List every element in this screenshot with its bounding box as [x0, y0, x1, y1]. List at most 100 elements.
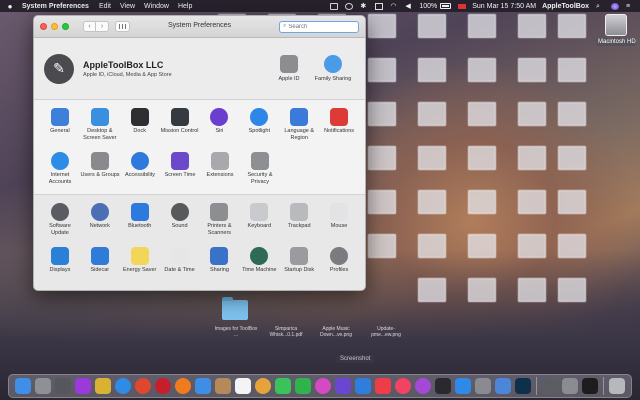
pane-notifications[interactable]: Notifications	[319, 104, 359, 148]
opera-icon[interactable]	[155, 378, 171, 394]
desktop-file[interactable]	[362, 58, 402, 104]
battery-icon[interactable]	[440, 3, 452, 9]
desktop-file[interactable]	[512, 234, 552, 280]
pane-mouse[interactable]: Mouse	[319, 199, 359, 243]
desktop-file[interactable]	[412, 146, 452, 192]
battery-percent[interactable]: 100%	[419, 3, 437, 10]
pane-sharing[interactable]: Sharing	[200, 243, 240, 287]
bluetooth-status-icon[interactable]: ✱	[360, 3, 368, 10]
desktop-file[interactable]	[462, 146, 502, 192]
pane-bluetooth[interactable]: Bluetooth	[120, 199, 160, 243]
pane-speaker[interactable]: Sound	[160, 199, 200, 243]
desktop-file[interactable]	[412, 278, 452, 324]
pane-time-machine[interactable]: Time Machine	[239, 243, 279, 287]
pane-gear-update[interactable]: Software Update	[40, 199, 80, 243]
contacts-icon[interactable]	[215, 378, 231, 394]
pane-printer[interactable]: Printers & Scanners	[200, 199, 240, 243]
desktop-file[interactable]	[462, 190, 502, 236]
desktop-file[interactable]	[362, 190, 402, 236]
desktop-file[interactable]	[462, 234, 502, 280]
flag-icon[interactable]	[458, 3, 467, 9]
podcasts-icon[interactable]	[415, 378, 431, 394]
menu-user[interactable]: AppleToolBox	[542, 3, 589, 10]
pane-disk[interactable]: Startup Disk	[279, 243, 319, 287]
search-field[interactable]: ⌕	[279, 20, 359, 33]
finder-icon[interactable]	[15, 378, 31, 394]
close-button[interactable]	[40, 23, 47, 30]
preview-icon[interactable]	[495, 378, 511, 394]
dropbox-icon[interactable]	[330, 2, 339, 10]
desktop-file[interactable]	[412, 190, 452, 236]
chrome-icon[interactable]	[135, 378, 151, 394]
desktop-file[interactable]	[552, 278, 592, 324]
desktop-file[interactable]	[552, 146, 592, 192]
pane-keyboard[interactable]: Keyboard	[239, 199, 279, 243]
mail-icon[interactable]	[195, 378, 211, 394]
desktop-file[interactable]	[512, 190, 552, 236]
pane-dock[interactable]: Dock	[120, 104, 160, 148]
desktop-file[interactable]	[462, 58, 502, 104]
launchpad-icon[interactable]	[35, 378, 51, 394]
photos-icon[interactable]	[255, 378, 271, 394]
trash-icon[interactable]	[609, 378, 625, 394]
apple-id-pane[interactable]: Apple ID	[267, 55, 311, 82]
desktop-file[interactable]	[552, 234, 592, 280]
back-button[interactable]: ‹	[83, 21, 96, 32]
desktop-file[interactable]	[512, 58, 552, 104]
menu-app-name[interactable]: System Preferences	[22, 3, 89, 10]
macintosh-hd[interactable]: Macintosh HD	[596, 14, 636, 46]
pane-house-lock[interactable]: Security & Privacy	[240, 148, 280, 192]
photoshop-icon[interactable]	[515, 378, 531, 394]
keynote-icon[interactable]	[355, 378, 371, 394]
desktop-file[interactable]	[412, 14, 452, 60]
airplay-icon[interactable]	[375, 2, 384, 10]
messages-icon[interactable]	[275, 378, 291, 394]
photo-icon[interactable]	[95, 378, 111, 394]
menu-window[interactable]: Window	[144, 3, 169, 10]
desktop-file[interactable]	[462, 102, 502, 148]
desktop-file[interactable]	[512, 146, 552, 192]
desktop-file[interactable]	[552, 14, 592, 60]
desktop-file[interactable]	[552, 102, 592, 148]
pane-hourglass[interactable]: Screen Time	[160, 148, 200, 192]
control-list-icon[interactable]: ≡	[626, 3, 634, 10]
zoom-button[interactable]	[62, 23, 69, 30]
menu-datetime[interactable]: Sun Mar 15 7:50 AM	[472, 3, 536, 10]
desktop-file[interactable]	[362, 102, 402, 148]
desktop-file[interactable]	[512, 102, 552, 148]
pane-users[interactable]: Users & Groups	[80, 148, 120, 192]
title-bar[interactable]: ‹ › System Preferences ⌕	[34, 16, 365, 38]
menu-help[interactable]: Help	[178, 3, 192, 10]
desktop-file[interactable]	[462, 14, 502, 60]
volume-icon[interactable]: ◀	[405, 3, 413, 10]
spotlight-search-icon[interactable]: ⌕	[596, 3, 604, 10]
desktop-file[interactable]	[362, 146, 402, 192]
facetime-icon[interactable]	[295, 378, 311, 394]
family-sharing-pane[interactable]: Family Sharing	[311, 55, 355, 82]
pane-spotlight[interactable]: Spotlight	[239, 104, 279, 148]
utility-icon[interactable]	[542, 378, 558, 394]
pane-at[interactable]: Internet Accounts	[40, 148, 80, 192]
pane-puzzle[interactable]: Extensions	[200, 148, 240, 192]
pane-accessibility[interactable]: Accessibility	[120, 148, 160, 192]
pane-siri[interactable]: Siri	[200, 104, 240, 148]
imovie-icon[interactable]	[335, 378, 351, 394]
forward-button[interactable]: ›	[96, 21, 109, 32]
pane-sidecar[interactable]: Sidecar	[80, 243, 120, 287]
history-icon[interactable]	[345, 2, 354, 10]
pane-mission-control[interactable]: Mission Control	[160, 104, 200, 148]
minimize-button[interactable]	[51, 23, 58, 30]
music-icon[interactable]	[395, 378, 411, 394]
desktop-file[interactable]	[412, 234, 452, 280]
siri-menu-icon[interactable]	[611, 2, 619, 10]
desktop-file[interactable]	[412, 102, 452, 148]
desktop-file[interactable]	[362, 234, 402, 280]
pane-desktop[interactable]: Desktop & Screen Saver	[80, 104, 120, 148]
calendar-icon[interactable]	[235, 378, 251, 394]
firefox-icon[interactable]	[175, 378, 191, 394]
pane-globe[interactable]: Network	[80, 199, 120, 243]
system-preferences-icon[interactable]	[475, 378, 491, 394]
desktop-file[interactable]	[512, 278, 552, 324]
pane-bulb[interactable]: Energy Saver	[120, 243, 160, 287]
terminal-icon[interactable]	[582, 378, 598, 394]
